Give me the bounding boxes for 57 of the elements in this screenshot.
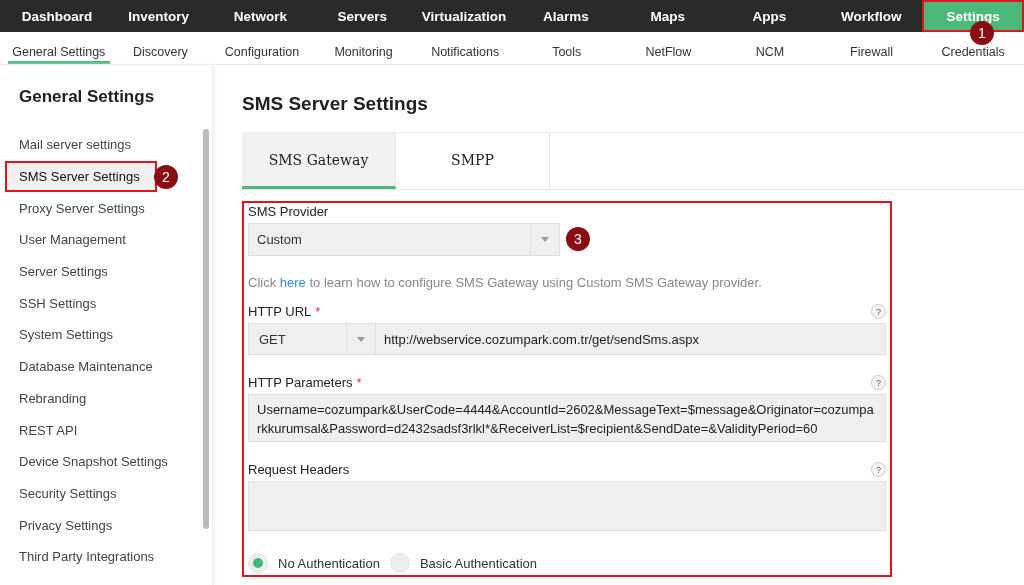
sub-nav-tab[interactable]: Tools [515,45,618,64]
sidebar-item[interactable]: Third Party Integrations [0,540,212,573]
sidebar-item[interactable]: Proxy Server Settings [0,192,212,225]
radio-button[interactable] [248,553,268,573]
sub-nav-tab[interactable]: Firewall [820,45,923,64]
nav-tab[interactable]: Inventory [107,0,210,32]
nav-tab[interactable]: Maps [616,0,719,32]
sidebar-item[interactable]: Server Settings [0,255,212,288]
required-mark: * [315,304,321,319]
tab[interactable]: SMS Gateway [242,133,396,189]
sidebar-item[interactable]: User Management [0,224,212,256]
sidebar-item[interactable]: Rebranding [0,382,212,415]
sub-nav-tab[interactable]: Configuration [211,45,313,64]
radio-label[interactable]: No Authentication [278,555,380,571]
sidebar-item[interactable]: Database Maintenance [0,350,212,383]
text-area[interactable] [248,481,886,531]
nav-tab[interactable]: Alarms [515,0,617,32]
help-icon[interactable]: ? [871,304,886,319]
help-text: Click here to learn how to configure SMS Gateway using Custom SMS Gateway provider. [248,275,763,290]
sub-nav-tab[interactable]: NetFlow [617,45,720,64]
sidebar-item[interactable]: System Settings [0,319,212,351]
field-label: HTTP Parameters [248,375,353,390]
sidebar-item[interactable]: SMS Server Settings [5,160,157,193]
sidebar-item[interactable]: Device Snapshot Settings [0,445,212,478]
nav-tab[interactable]: Virtualization [413,0,515,32]
step-badge: 2 [154,164,178,189]
sub-nav-tab[interactable]: Credentials [922,45,1024,64]
field-label: HTTP URL [248,304,312,319]
nav-tab[interactable]: Dashboard [6,0,108,32]
nav-tab[interactable]: Servers [311,0,414,32]
field-label: Request Headers [248,462,350,477]
required-mark: * [356,375,362,390]
radio-button[interactable] [389,553,410,573]
sidebar-item[interactable]: Mail server settings [0,129,212,161]
help-link[interactable]: here [279,275,306,290]
sub-nav-tab[interactable]: NCM [719,45,821,64]
scrollbar[interactable] [203,129,209,529]
help-icon[interactable]: ? [871,462,886,477]
nav-tab[interactable]: Workflow [820,0,923,32]
sidebar-item[interactable]: Security Settings [0,477,212,510]
sub-nav-tab[interactable]: General Settings [8,45,110,64]
caret-icon [541,237,549,242]
field-label: SMS Provider [248,204,329,219]
radio-label[interactable]: Basic Authentication [419,555,537,571]
sub-nav-tab[interactable]: Monitoring [312,45,415,64]
nav-tab[interactable]: Network [209,0,312,32]
sub-nav-tab[interactable]: Notifications [414,45,516,64]
sidebar-item[interactable]: SSH Settings [0,287,212,320]
sidebar-item[interactable]: REST API [0,414,212,446]
step-badge: 3 [566,227,590,251]
nav-tab[interactable]: Apps [718,0,821,32]
page-title: SMS Server Settings [242,93,429,115]
sidebar-title: General Settings [18,86,156,108]
sub-nav-tab[interactable]: Discovery [109,45,212,64]
help-icon[interactable]: ? [871,375,886,390]
sidebar-item[interactable]: Privacy Settings [0,509,212,541]
text-area[interactable]: Username=cozumpark&UserCode=4444&AccountId=2602&MessageText=$message&Originator=cozumparkkurumsal&Password=d2432sadsf3rlkl*&ReceiverList=$recipient&SendDate=&ValidityPeriod=60 [248,394,886,442]
